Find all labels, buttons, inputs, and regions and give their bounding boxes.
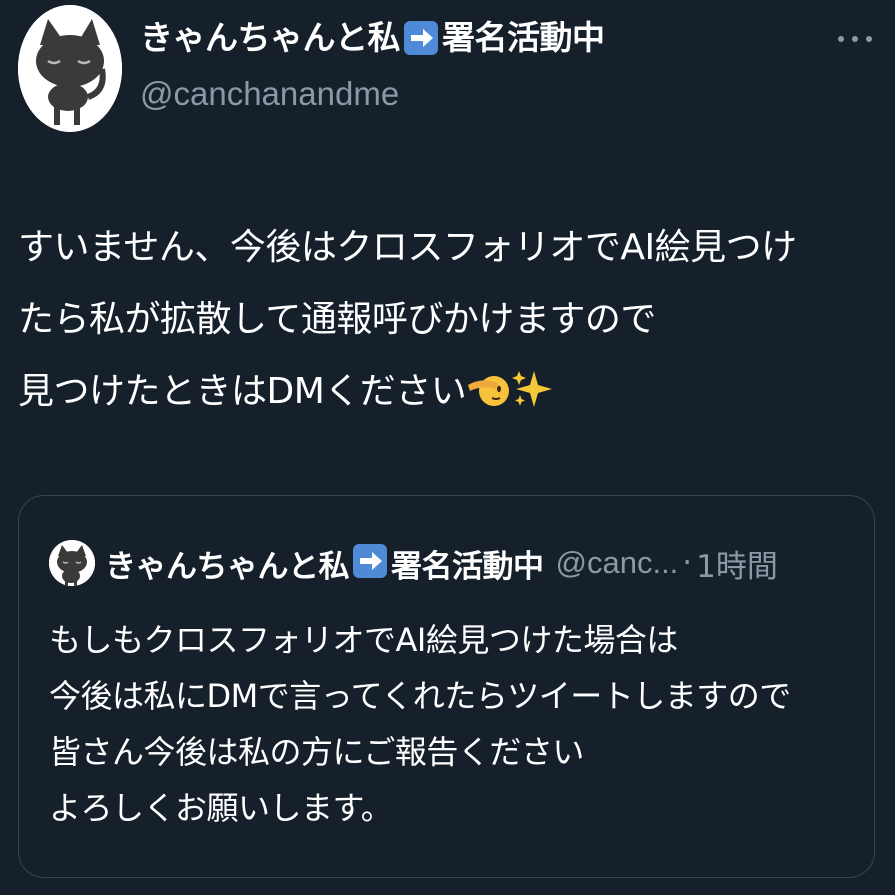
author-name[interactable]: きゃんちゃんと私 署名活動中 bbox=[140, 14, 605, 62]
quoted-text-line-1: もしもクロスフォリオでAI絵見つけた場合は bbox=[49, 621, 678, 659]
tweet-text-line-3-text: 見つけたときはDMください bbox=[18, 371, 467, 412]
quoted-timestamp[interactable]: 1時間 bbox=[696, 541, 778, 586]
right-arrow-badge-icon bbox=[352, 543, 388, 579]
dot-3 bbox=[866, 36, 872, 42]
author-name-part-2: 署名活動中 bbox=[442, 18, 605, 57]
quoted-tweet-card[interactable]: きゃんちゃんと私 署名活動中 @canc... · 1時間 もしもクロスフォリオ… bbox=[18, 495, 875, 878]
author-name-part-1: きゃんちゃんと私 bbox=[140, 18, 401, 57]
black-cat-avatar-icon bbox=[49, 540, 95, 586]
tweet-text-line-1: すいません、今後はクロスフォリオでAI絵見つけ bbox=[18, 227, 797, 268]
quoted-author-handle: @canc... bbox=[555, 545, 679, 580]
black-cat-avatar-icon bbox=[18, 5, 122, 132]
quoted-text-line-4: よろしくお願いします。 bbox=[49, 789, 393, 827]
author-handle[interactable]: @canchanandme bbox=[140, 70, 399, 118]
dot-1 bbox=[838, 36, 844, 42]
quoted-text-line-2: 今後は私にDMで言ってくれたらツイートしますので bbox=[49, 677, 791, 715]
right-arrow-badge-icon bbox=[403, 20, 439, 56]
tweet-text-line-3: 見つけたときはDMください bbox=[18, 356, 878, 428]
quoted-tweet-text: もしもクロスフォリオでAI絵見つけた場合は 今後は私にDMで言ってくれたらツイー… bbox=[49, 612, 859, 836]
sparkles-emoji bbox=[510, 367, 554, 411]
quoted-author-name-part-1: きゃんちゃんと私 bbox=[105, 548, 350, 585]
saluting-face-emoji bbox=[466, 367, 510, 411]
quoted-separator: · bbox=[682, 545, 693, 581]
quoted-tweet-header: きゃんちゃんと私 署名活動中 @canc... · 1時間 bbox=[105, 540, 778, 586]
quoted-author-name-part-2: 署名活動中 bbox=[391, 548, 544, 585]
dot-2 bbox=[852, 36, 858, 42]
tweet-text-line-2: たら私が拡散して通報呼びかけますので bbox=[18, 299, 656, 340]
author-avatar[interactable] bbox=[18, 5, 122, 132]
tweet-text: すいません、今後はクロスフォリオでAI絵見つけ たら私が拡散して通報呼びかけます… bbox=[18, 212, 878, 428]
more-dots-icon[interactable] bbox=[838, 24, 872, 54]
quoted-text-line-3: 皆さん今後は私の方にご報告ください bbox=[49, 733, 584, 771]
quoted-author-avatar bbox=[49, 540, 95, 586]
